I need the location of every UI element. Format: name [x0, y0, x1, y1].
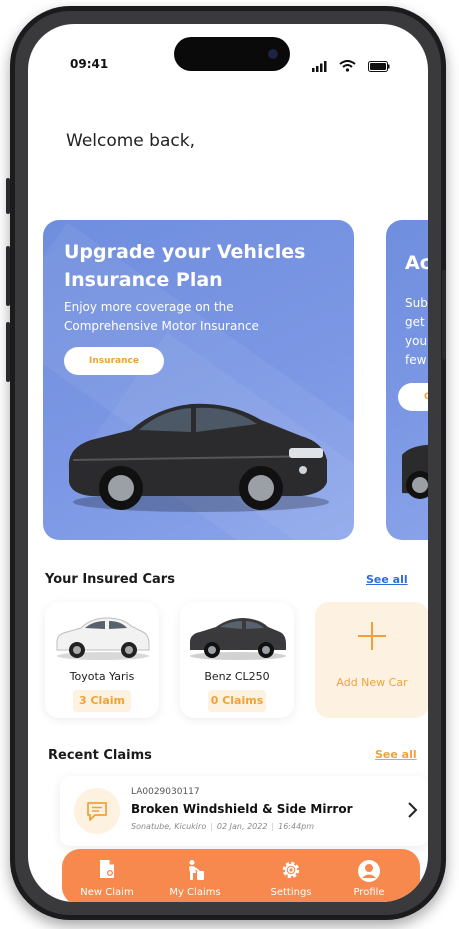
claim-date: 02 Jan, 2022: [216, 822, 268, 831]
promo-second-line: get t: [405, 315, 428, 329]
car-image: [402, 444, 428, 499]
promo-card-upgrade[interactable]: Upgrade your Vehicles Insurance Plan Enj…: [43, 220, 354, 540]
promo-second-line: your: [405, 334, 428, 348]
insurance-button[interactable]: Insurance: [64, 347, 164, 375]
promo-second-line: Subr: [405, 296, 428, 310]
phone-bezel: 09:41 Welcome back, Upgrade your Vehicle…: [15, 11, 441, 915]
screen: 09:41 Welcome back, Upgrade your Vehicle…: [28, 24, 428, 902]
claims-badge: 0 Claims: [208, 690, 266, 712]
tab-label: New Claim: [80, 887, 134, 898]
promo-second-title: Ac: [405, 252, 428, 274]
insured-cars-title: Your Insured Cars: [45, 572, 175, 587]
promo-title: Upgrade your Vehicles Insurance Plan: [64, 241, 306, 291]
new-claim-icon: [100, 860, 115, 878]
separator: |: [271, 822, 275, 831]
message-icon: [87, 802, 107, 821]
recent-claims-title: Recent Claims: [48, 748, 152, 763]
claims-badge: 3 Claim: [73, 690, 131, 712]
claim-meta: Sonatube, Kicukiro | 02 Jan, 2022 | 16:44pm: [131, 822, 314, 831]
claim-location: Sonatube, Kicukiro: [131, 822, 207, 831]
tab-my-claims[interactable]: My Claims: [152, 849, 238, 902]
claim-list-item[interactable]: LA0029030117 Broken Windshield & Side Mi…: [60, 776, 428, 846]
status-icons: [312, 60, 390, 72]
promo-subtitle: Enjoy more coverage on the Comprehensive…: [64, 300, 259, 333]
claim-time: 16:44pm: [278, 822, 315, 831]
car-image: [190, 618, 286, 660]
promo-second-line: few: [405, 353, 427, 367]
signal-icon: [312, 61, 327, 72]
phone-frame: 09:41 Welcome back, Upgrade your Vehicle…: [10, 6, 446, 920]
my-claims-icon: [189, 860, 204, 880]
tab-settings[interactable]: Settings: [248, 849, 334, 902]
car-image: [68, 403, 329, 512]
side-button-mute: [6, 178, 10, 214]
car-card[interactable]: Toyota Yaris 3 Claim: [45, 602, 159, 718]
add-new-car-button[interactable]: Add New Car: [315, 602, 428, 718]
welcome-text: Welcome back,: [66, 131, 195, 151]
claim-icon-container: [74, 788, 120, 834]
tab-label: Settings: [270, 887, 312, 898]
promo-card-second[interactable]: Ac Subr get t your few Cl: [386, 220, 428, 540]
profile-icon: [358, 860, 380, 882]
side-button-volume-up: [6, 246, 10, 306]
insured-cars-see-all-link[interactable]: See all: [366, 573, 408, 586]
status-time: 09:41: [70, 57, 109, 71]
tab-label: My Claims: [169, 887, 221, 898]
car-card[interactable]: Benz CL250 0 Claims: [180, 602, 294, 718]
plus-icon: [358, 622, 386, 650]
gear-icon: [282, 861, 300, 879]
bottom-tab-bar: New Claim My Claims Settings Profile: [62, 849, 420, 902]
tab-label: Profile: [353, 887, 385, 898]
claim-title: Broken Windshield & Side Mirror: [131, 802, 353, 816]
chevron-right-icon[interactable]: [406, 801, 418, 819]
car-name: Toyota Yaris: [69, 670, 135, 683]
recent-claims-see-all-link[interactable]: See all: [375, 748, 417, 761]
camera-icon: [268, 49, 278, 59]
side-button-volume-down: [6, 322, 10, 382]
separator: |: [210, 822, 213, 831]
claim-id: LA0029030117: [131, 787, 200, 797]
dynamic-island: [174, 37, 290, 71]
tab-new-claim[interactable]: New Claim: [64, 849, 150, 902]
battery-icon: [368, 61, 390, 72]
car-name: Benz CL250: [204, 670, 270, 683]
side-button-power: [442, 270, 446, 360]
wifi-icon: [339, 60, 356, 72]
tab-profile[interactable]: Profile: [326, 849, 412, 902]
promo-second-button[interactable]: Cl: [398, 383, 428, 411]
car-image: [56, 617, 150, 660]
add-new-car-label: Add New Car: [336, 676, 408, 689]
